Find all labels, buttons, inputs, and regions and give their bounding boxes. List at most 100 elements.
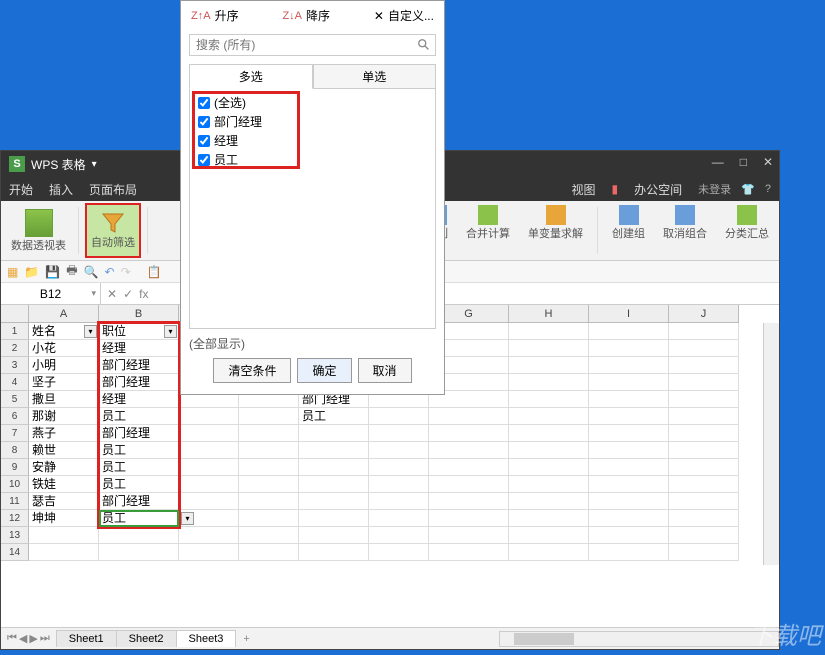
filter-dropdown-icon[interactable]: ▾ (164, 325, 177, 338)
clear-filter-button[interactable]: 清空条件 (213, 358, 291, 383)
last-sheet-icon[interactable]: ⏭ (40, 632, 50, 645)
cell[interactable] (369, 425, 429, 442)
sheet-tab[interactable]: Sheet2 (116, 630, 177, 647)
cell[interactable] (669, 357, 739, 374)
sheet-tab[interactable]: Sheet3 (176, 630, 237, 647)
row-header[interactable]: 6 (1, 408, 29, 425)
checkbox[interactable] (198, 116, 210, 128)
cell[interactable] (669, 340, 739, 357)
help-icon[interactable]: ? (765, 183, 771, 195)
cell[interactable]: 部门经理 (99, 425, 179, 442)
cell[interactable] (179, 527, 239, 544)
cell[interactable] (299, 493, 369, 510)
cell[interactable] (239, 459, 299, 476)
cell[interactable] (669, 476, 739, 493)
cell[interactable]: 经理 (99, 391, 179, 408)
cell[interactable] (239, 493, 299, 510)
cell[interactable] (239, 425, 299, 442)
cell[interactable] (429, 408, 509, 425)
column-header[interactable]: I (589, 305, 669, 323)
cell[interactable] (589, 493, 669, 510)
cell[interactable] (509, 323, 589, 340)
cell[interactable] (669, 374, 739, 391)
cell[interactable] (669, 391, 739, 408)
cell[interactable] (589, 391, 669, 408)
save-icon[interactable]: 💾 (45, 265, 60, 279)
cell[interactable] (239, 476, 299, 493)
cell[interactable] (369, 459, 429, 476)
cell[interactable]: 安静 (29, 459, 99, 476)
cell[interactable] (429, 459, 509, 476)
cell[interactable] (429, 425, 509, 442)
paste-icon[interactable]: 📋 (147, 265, 162, 279)
close-icon[interactable]: ✕ (763, 155, 773, 169)
vertical-scrollbar[interactable] (763, 323, 779, 565)
cell[interactable]: 小花 (29, 340, 99, 357)
row-header[interactable]: 1 (1, 323, 29, 340)
cell[interactable] (239, 510, 299, 527)
row-header[interactable]: 14 (1, 544, 29, 561)
print-icon[interactable]: 🖶 (66, 261, 77, 282)
cell[interactable]: 铁娃 (29, 476, 99, 493)
row-header[interactable]: 7 (1, 425, 29, 442)
cell[interactable] (509, 425, 589, 442)
cell[interactable] (179, 544, 239, 561)
cell[interactable] (669, 527, 739, 544)
cell[interactable] (589, 340, 669, 357)
cell[interactable]: 员工 (99, 459, 179, 476)
cell[interactable]: 那谢 (29, 408, 99, 425)
cell[interactable]: 坚子 (29, 374, 99, 391)
checkbox[interactable] (198, 97, 210, 109)
redo-icon[interactable]: ↷ (121, 265, 131, 279)
cell[interactable] (299, 476, 369, 493)
row-header[interactable]: 5 (1, 391, 29, 408)
cell[interactable] (299, 510, 369, 527)
cell[interactable] (29, 527, 99, 544)
next-sheet-icon[interactable]: ▶ (29, 632, 37, 645)
row-header[interactable]: 2 (1, 340, 29, 357)
filter-check-item[interactable]: (全选) (194, 93, 431, 112)
fx-icon[interactable]: fx (139, 287, 148, 301)
cell[interactable] (369, 476, 429, 493)
cell[interactable] (429, 493, 509, 510)
cell[interactable]: 员工 (99, 442, 179, 459)
name-box[interactable]: B12▾ (1, 283, 101, 304)
cell[interactable] (509, 391, 589, 408)
cell[interactable] (669, 323, 739, 340)
pivot-table-button[interactable]: 数据透视表 (5, 203, 72, 258)
cell[interactable] (179, 442, 239, 459)
cell[interactable]: 坤坤 (29, 510, 99, 527)
menu-insert[interactable]: 插入 (49, 181, 73, 198)
cell[interactable] (99, 527, 179, 544)
filter-search-input[interactable] (189, 34, 436, 56)
cell[interactable] (509, 544, 589, 561)
cancel-button[interactable]: 取消 (358, 358, 412, 383)
consolidate-button[interactable]: 合并计算 (460, 203, 516, 258)
cell[interactable]: 撒旦 (29, 391, 99, 408)
autofilter-button[interactable]: 自动筛选 (85, 203, 141, 258)
filter-check-item[interactable]: 部门经理 (194, 112, 431, 131)
cell[interactable]: 姓名▾ (29, 323, 99, 340)
cell[interactable] (179, 425, 239, 442)
column-header[interactable]: H (509, 305, 589, 323)
cell[interactable] (589, 408, 669, 425)
cell[interactable] (429, 544, 509, 561)
cell[interactable] (589, 442, 669, 459)
prev-sheet-icon[interactable]: ◀ (19, 632, 27, 645)
menu-layout[interactable]: 页面布局 (89, 181, 137, 198)
cell[interactable] (299, 425, 369, 442)
goal-seek-button[interactable]: 单变量求解 (522, 203, 589, 258)
checkbox[interactable] (198, 135, 210, 147)
filter-dropdown-icon[interactable]: ▾ (181, 512, 194, 525)
cell[interactable] (429, 510, 509, 527)
cell[interactable] (369, 544, 429, 561)
cell[interactable] (429, 527, 509, 544)
tab-single-select[interactable]: 单选 (313, 64, 437, 89)
cell[interactable] (299, 527, 369, 544)
custom-sort-button[interactable]: ✕ 自定义... (374, 7, 434, 24)
cell[interactable] (179, 408, 239, 425)
column-header[interactable]: A (29, 305, 99, 323)
create-group-button[interactable]: 创建组 (606, 203, 651, 258)
cell[interactable] (509, 408, 589, 425)
cell[interactable] (179, 459, 239, 476)
